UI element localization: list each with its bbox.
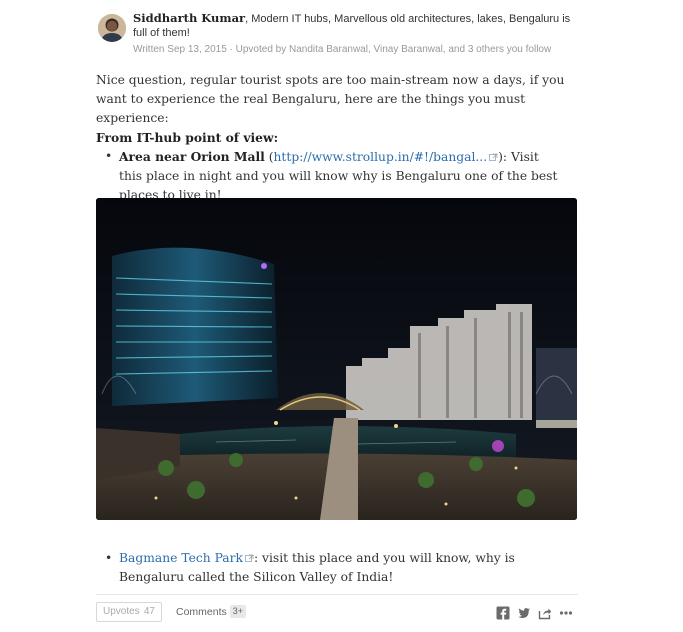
answer-header: Siddharth Kumar, Modern IT hubs, Marvell…: [96, 11, 578, 60]
more-icon[interactable]: [559, 606, 573, 620]
author-credential: Siddharth Kumar, Modern IT hubs, Marvell…: [133, 11, 578, 57]
bullet-link-prefix: (: [264, 150, 274, 164]
comments-label: Comments: [176, 606, 227, 618]
avatar[interactable]: [98, 14, 126, 42]
upvote-button[interactable]: Upvotes 47: [96, 602, 162, 622]
bagmane-tech-park-link[interactable]: Bagmane Tech Park: [119, 551, 243, 565]
orion-mall-link[interactable]: http://www.strollup.in/#!/bangal...: [274, 150, 488, 164]
upvote-label: Upvotes: [103, 606, 140, 617]
bullet-dot: •: [105, 149, 113, 163]
share-icon[interactable]: [538, 606, 552, 620]
upvote-count: 47: [143, 606, 155, 617]
answer-footer: Upvotes 47 Comments 3+: [96, 594, 578, 625]
external-link-icon: [489, 149, 498, 161]
bullet-dot: •: [105, 551, 113, 565]
orion-mall-photo[interactable]: [96, 198, 577, 520]
bullet-title: Area near Orion Mall: [119, 149, 265, 164]
answer-intro: Nice question, regular tourist spots are…: [96, 73, 565, 125]
answer-meta[interactable]: Written Sep 13, 2015 · Upvoted by Nandit…: [133, 43, 578, 57]
author-name[interactable]: Siddharth Kumar: [133, 11, 245, 25]
external-link-icon: [245, 550, 254, 562]
comments-button[interactable]: Comments 3+: [176, 602, 247, 622]
facebook-icon[interactable]: [496, 606, 510, 620]
comment-count: 3+: [229, 605, 247, 618]
twitter-icon[interactable]: [517, 606, 531, 620]
section-heading: From IT-hub point of view:: [96, 130, 279, 145]
